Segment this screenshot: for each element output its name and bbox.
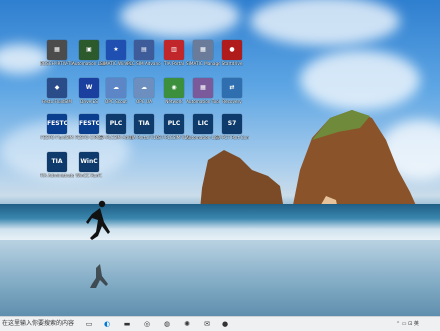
- desktop-icon-1-icon: ▦: [47, 40, 67, 60]
- desktop-icon-7[interactable]: ● Startdrive: [215, 40, 249, 66]
- desktop-icon-15[interactable]: FESTO FESTO FluidSIM: [40, 114, 74, 140]
- desktop-icon-16-icon: FESTO: [79, 114, 99, 134]
- desktop-icon-11[interactable]: ☁ OPC UA: [127, 78, 161, 104]
- taskbar: 在这里输入你要搜索的内容 ▭ ◐ ▬ ◎ ◍ ✺ ✉ ● ⌃ ▭ ⊡ 英: [0, 316, 440, 331]
- desktop-icon-4[interactable]: ▤PLC SIM Advanced: [127, 40, 161, 66]
- desktop-icon-19-icon: PLC: [164, 114, 184, 134]
- desktop-icon-23-icon: WinC: [79, 152, 99, 172]
- app-icon[interactable]: ✺: [182, 319, 192, 329]
- desktop-icon-8-label: Festo FluidSIM: [41, 99, 73, 104]
- system-tray[interactable]: ⌃ ▭ ⊡ 英: [396, 317, 419, 331]
- edge-icon[interactable]: ◐: [102, 319, 112, 329]
- desktop: ▦BOSCH-IRTW-TIA-0▣Automation License★SIM…: [0, 0, 440, 316]
- desktop-icon-20-icon: LIC: [193, 114, 213, 134]
- desktop-icon-23[interactable]: WinC WinCC RunT.: [72, 152, 106, 178]
- desktop-icon-7-label: Startdrive: [221, 61, 243, 66]
- desktop-icon-21-label: S7-PCT Port Config: [215, 135, 249, 140]
- desktop-icon-11-icon: ☁: [134, 78, 154, 98]
- desktop-icon-8[interactable]: ◆ Festo FluidSIM: [40, 78, 74, 104]
- desktop-icon-21[interactable]: S7S7-PCT Port Config: [215, 114, 249, 140]
- desktop-icon-11-label: OPC UA: [135, 99, 152, 104]
- desktop-icon-8-icon: ◆: [47, 78, 67, 98]
- file-explorer-icon[interactable]: ▬: [122, 319, 132, 329]
- wechat-icon[interactable]: ◍: [162, 319, 172, 329]
- media-icon[interactable]: ●: [220, 319, 230, 329]
- desktop-icon-15-icon: FESTO: [47, 114, 67, 134]
- desktop-icon-7-icon: ●: [222, 40, 242, 60]
- taskbar-search-placeholder: 在这里输入你要搜索的内容: [2, 320, 75, 327]
- desktop-icon-5-icon: ▥: [164, 40, 184, 60]
- desktop-icon-1-label: BOSCH-IRTW-TIA-0: [40, 61, 74, 66]
- desktop-icon-21-icon: S7: [222, 114, 242, 134]
- chrome-icon[interactable]: ◎: [142, 319, 152, 329]
- desktop-icon-18-label: TIA Portal V16: [129, 135, 159, 140]
- desktop-icon-18-icon: TIA: [134, 114, 154, 134]
- desktop-icon-22-icon: TIA: [47, 152, 67, 172]
- desktop-icon-15-label: FESTO FluidSIM: [40, 135, 74, 140]
- desktop-icon-14[interactable]: ⇄ Recovery: [215, 78, 249, 104]
- desktop-icon-4-icon: ▤: [134, 40, 154, 60]
- runner-silhouette: [86, 200, 110, 288]
- system-tray-icons: ⌃ ▭ ⊡ 英: [396, 321, 419, 327]
- desktop-icon-6-icon: ▦: [193, 40, 213, 60]
- desktop-icon-17-icon: PLC: [106, 114, 126, 134]
- desktop-icon-14-icon: ⇄: [222, 78, 242, 98]
- desktop-icon-10-icon: ☁: [106, 78, 126, 98]
- desktop-icon-1[interactable]: ▦BOSCH-IRTW-TIA-0: [40, 40, 74, 66]
- desktop-icon-2-icon: ▣: [79, 40, 99, 60]
- desktop-icon-13-icon: ▦: [193, 78, 213, 98]
- desktop-icon-4-label: PLC SIM Advanced: [127, 61, 161, 66]
- desktop-icon-12-icon: ◉: [164, 78, 184, 98]
- desktop-icon-3-icon: ★: [106, 40, 126, 60]
- mail-icon[interactable]: ✉: [202, 319, 212, 329]
- desktop-icon-14-label: Recovery: [222, 99, 242, 104]
- desktop-icon-18[interactable]: TIA TIA Portal V16: [127, 114, 161, 140]
- task-view-icon[interactable]: ▭: [84, 319, 94, 329]
- desktop-icon-23-label: WinCC RunT.: [75, 173, 103, 178]
- desktop-icon-9-icon: W: [79, 78, 99, 98]
- taskbar-search-box[interactable]: 在这里输入你要搜索的内容: [0, 317, 74, 331]
- desktop-icon-22[interactable]: TIA TIA Administrator: [40, 152, 74, 178]
- desktop-icon-22-label: TIA Administrator: [40, 173, 74, 178]
